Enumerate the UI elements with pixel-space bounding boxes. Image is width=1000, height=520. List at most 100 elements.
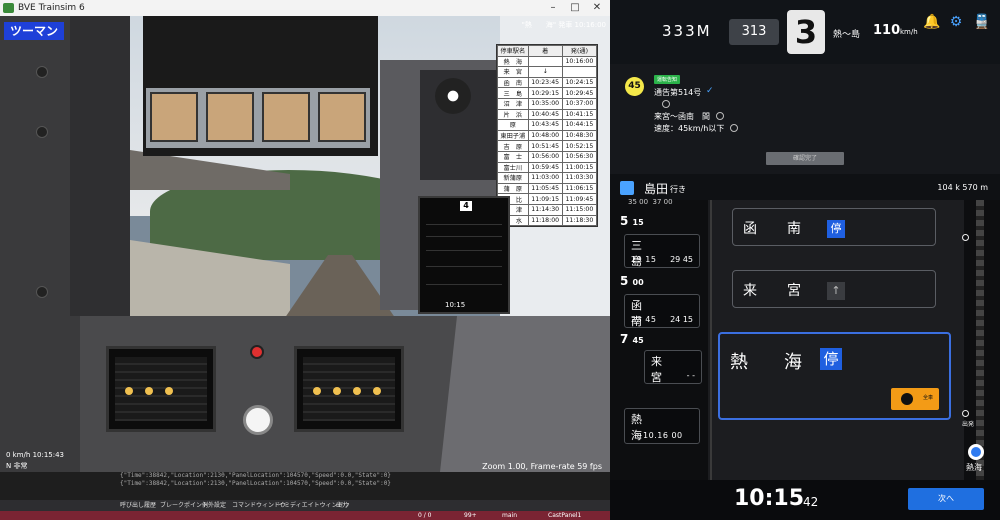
train-icon (620, 181, 634, 195)
timetable-row: 吉 原 10:51:45 10:52:15 (497, 140, 598, 152)
station-box-kinomiya[interactable]: 来宮 ↑ (732, 270, 936, 308)
timetable-cell: 10:51:45 (527, 140, 563, 152)
timetable-cell: 10:59:45 (527, 161, 563, 174)
timetable-row: 蒲 原 11:05:45 11:06:15 (497, 182, 598, 195)
timetable-cell: 来 宮 (497, 66, 529, 78)
station-name: 来宮 (743, 283, 831, 299)
timeline-minute: 45 (632, 336, 644, 345)
departure-time: - - (686, 371, 695, 380)
timetable-cell: 吉 原 (497, 140, 529, 152)
route-rail (976, 200, 984, 480)
timetable-cell: 富 士 (497, 150, 529, 163)
notch-readout: N 非常 (6, 462, 28, 470)
timeline-time: 7 45 (620, 332, 644, 346)
station-name: 函 南 (631, 299, 677, 328)
partial-arr: 35 00 (628, 198, 649, 206)
gear-icon[interactable]: ⚙ (948, 14, 964, 30)
radio-icon[interactable] (716, 112, 724, 120)
maximize-icon[interactable]: □ (564, 0, 586, 16)
status-project[interactable]: CastPanel1 (548, 511, 581, 520)
app-icon (3, 3, 14, 13)
notice-tag: 運転告知 (654, 75, 681, 84)
radio-icon[interactable] (662, 100, 670, 108)
driver-panel: 333M 313 3 熱～島 110 km/h 🔔 ⚙ 🚆 45 運転告知 通告… (610, 0, 1000, 520)
mini-monitor-number: 4 (460, 201, 472, 211)
timeline-station[interactable]: 熱 海 10.16 00 (624, 408, 700, 444)
destination-bar: 島田 行き 104 k 570 m (610, 178, 1000, 200)
timeline-minute: 15 (632, 218, 644, 227)
timeline-station[interactable]: 函 南 23 45 24 15 (624, 294, 700, 328)
signal-icon: 出発 (962, 410, 974, 428)
panel-footer: 10:15 42 次へ (610, 480, 1000, 520)
timetable-cell: ↓ (527, 66, 563, 78)
notice-card: 45 運転告知 通告第514号 ✓ 来宮～函南 間 速度：45km/h以下 確認… (610, 64, 1000, 174)
train-icon[interactable]: 🚆 (973, 14, 990, 30)
timeline-hour: 5 (620, 214, 629, 228)
timetable-column-header: 着 (527, 45, 563, 57)
mini-monitor-time: 10:15 (445, 301, 466, 309)
departure-time: 24 15 (670, 315, 693, 324)
partial-dep: 37 00 (652, 198, 673, 206)
destination-name: 島田 (644, 182, 669, 196)
clock-seconds: 42 (803, 495, 819, 509)
timetable-cell: 11:05:45 (527, 182, 563, 195)
timetable-row: 由 比 11:09:15 11:09:45 (497, 193, 598, 205)
timetable-cell: 10:43:45 (527, 119, 563, 131)
timetable-cell: 10:16:00 (561, 55, 598, 68)
timetable-cell: 原 (497, 119, 529, 131)
signal-icon (962, 234, 969, 243)
timetable-row: 富 士 10:56:00 10:56:30 (497, 150, 598, 163)
tab-callstack[interactable]: 呼び出し履歴 (120, 500, 156, 511)
tab-output[interactable]: 出力 (336, 500, 348, 511)
station-name: 函南 (743, 221, 831, 237)
ide-statusbar: 0 / 0 99+ main CastPanel1 (0, 511, 610, 520)
speed-limit-value: 110 (873, 23, 901, 38)
timetable-cell: 10:40:45 (527, 108, 563, 121)
timetable-cell (561, 66, 598, 78)
timetable-cell: 函 南 (497, 76, 529, 89)
timetable-cell: 新蒲原 (497, 172, 529, 184)
position-marker-icon (968, 444, 984, 460)
timetable-cell: 10:48:30 (561, 129, 598, 142)
tab-breakpoints[interactable]: ブレークポイント (160, 500, 208, 511)
timetable-row: 原 10:43:45 10:44:15 (497, 119, 598, 131)
minimize-icon[interactable]: – (542, 0, 564, 16)
radio-icon[interactable] (730, 124, 738, 132)
tab-exceptions[interactable]: 例外設定 (202, 500, 226, 511)
zoom-readout: Zoom 1.00, Frame-rate 59 fps (482, 462, 602, 471)
status-errors[interactable]: 0 / 0 (418, 511, 431, 520)
timetable-cell: 10:29:15 (527, 87, 563, 99)
pass-arrow-icon: ↑ (827, 282, 845, 300)
arrival-time: 23 45 (631, 315, 657, 324)
cab-window-strip (146, 88, 370, 148)
timetable-cell: 10:35:00 (527, 97, 563, 110)
station-box-atami[interactable]: 熱海 停 全車 (718, 332, 951, 420)
timetable-row: 函 南 10:23:45 10:24:15 (497, 76, 598, 89)
confirm-button[interactable]: 確認完了 (766, 152, 844, 165)
timetable-cell: 10:23:45 (527, 76, 563, 89)
timeline-station[interactable]: 三 島 29 15 29 45 (624, 234, 700, 268)
brake-handle-housing (440, 316, 610, 472)
train-number: 333M (662, 22, 712, 40)
timetable-cell: 10:56:30 (561, 150, 598, 163)
status-branch[interactable]: main (502, 511, 517, 520)
control-knob-icon[interactable] (435, 78, 471, 114)
timeline-partial: 35 00 37 00 (628, 198, 673, 206)
stop-mark: 停 (820, 348, 842, 370)
timetable-cell: 11:18:30 (561, 214, 598, 227)
car-count: 3 (787, 10, 825, 54)
notice-title: 通告第514号 (654, 88, 702, 97)
timeline-station[interactable]: 来 宮 - - - - (644, 350, 702, 384)
lane-edge (710, 200, 712, 480)
timetable-cell: 11:06:15 (561, 182, 598, 195)
timetable-cell: 11:03:00 (527, 172, 563, 184)
speed-readout: 0 km/h 10:15:43 (6, 451, 65, 459)
bell-icon[interactable]: 🔔 (923, 14, 940, 30)
status-changes[interactable]: 99+ (464, 511, 477, 520)
station-box-kannami[interactable]: 函南 停 (732, 208, 936, 246)
pocket-watch-icon (243, 405, 273, 435)
next-button[interactable]: 次へ (908, 488, 984, 510)
close-icon[interactable]: ✕ (586, 0, 608, 16)
timetable-cell: 11:18:00 (527, 214, 563, 227)
timetable-row: 興 津 11:14:30 11:15:00 (497, 203, 598, 216)
